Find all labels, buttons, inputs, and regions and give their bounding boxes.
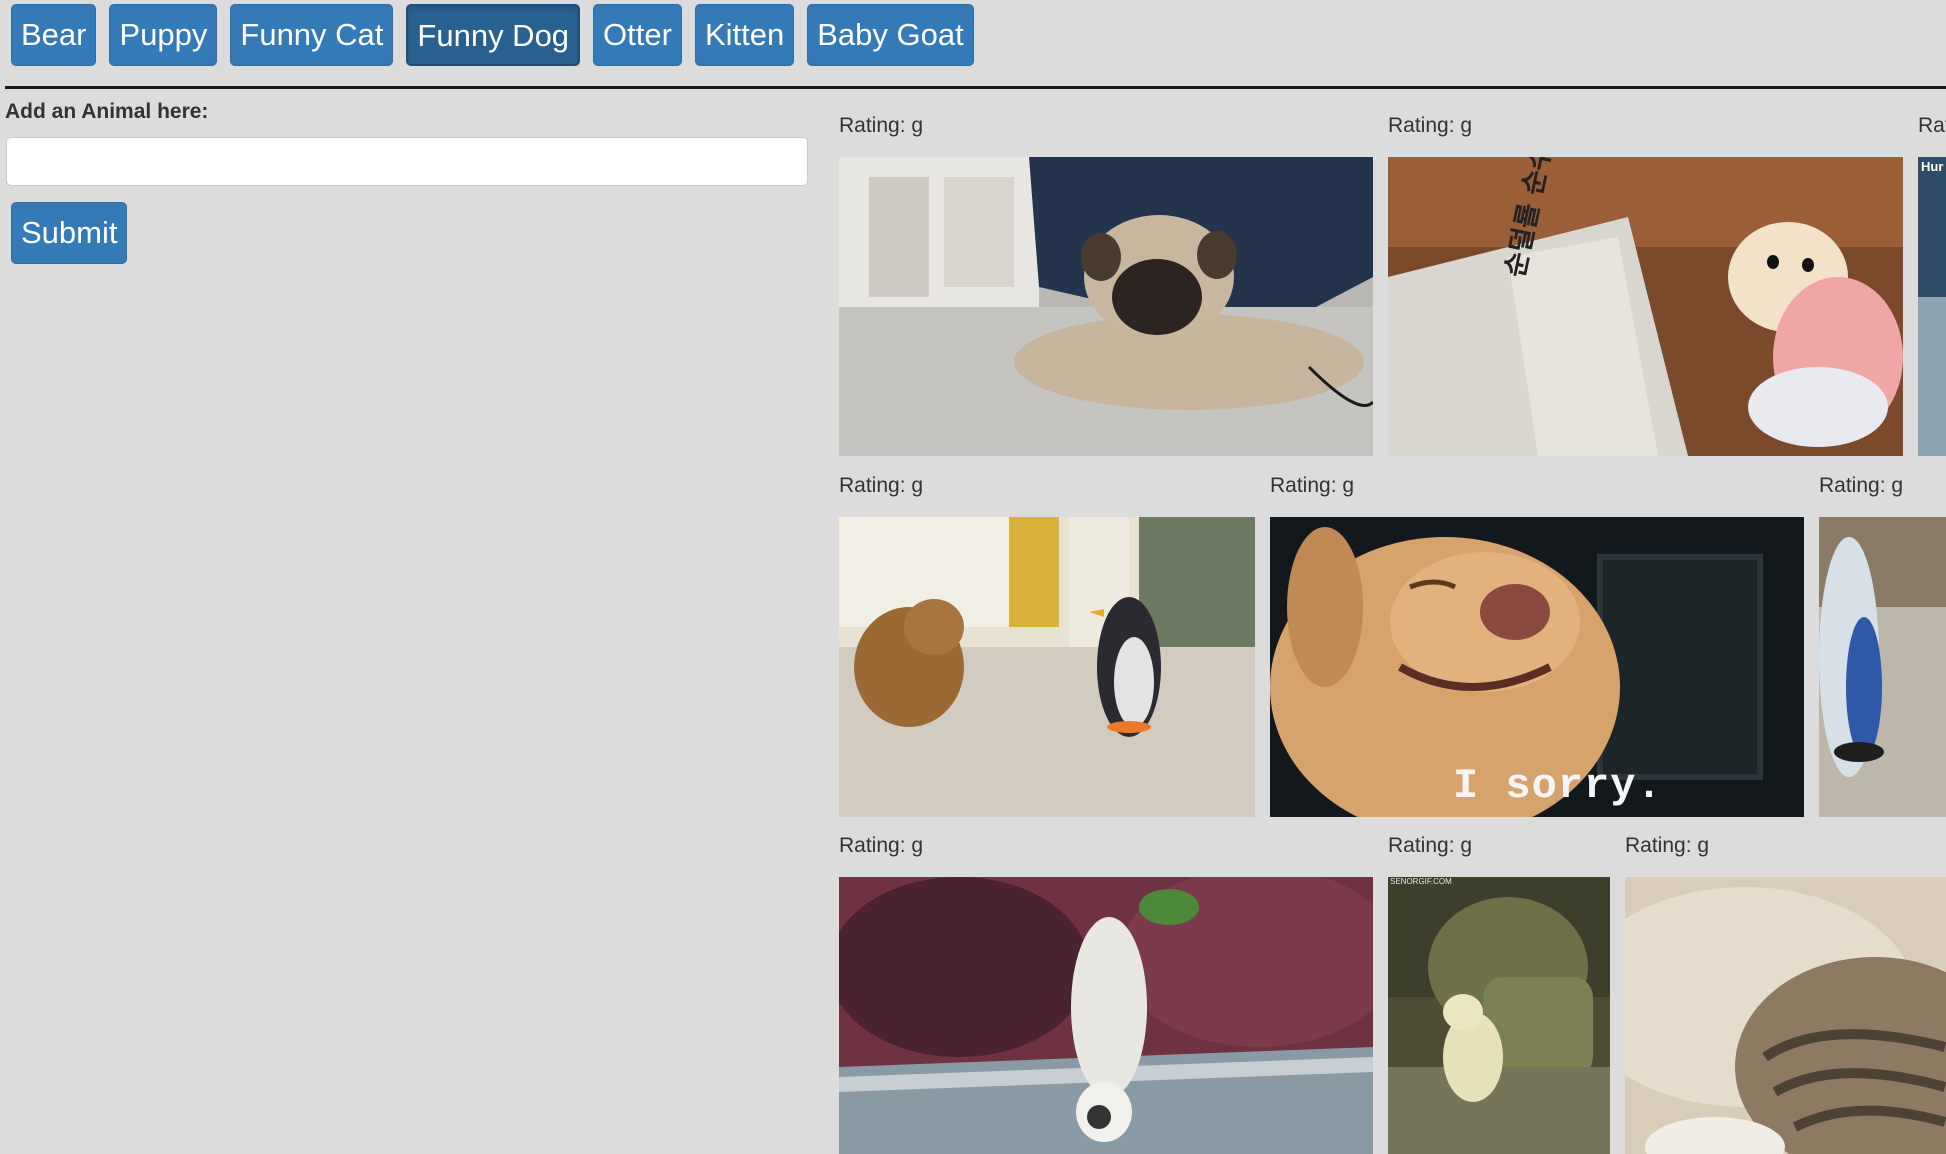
page: Bear Puppy Funny Cat Funny Dog Otter Kit… [0, 0, 1946, 1154]
header-divider [5, 86, 1946, 89]
gif-image-partial[interactable] [1819, 517, 1946, 817]
gif-image-cat[interactable] [1625, 877, 1946, 1154]
gif-image-pug[interactable] [839, 157, 1373, 456]
gif-image-laughing-dog[interactable]: I sorry. [1270, 517, 1804, 817]
gif-card: Rating: g Hur [1918, 106, 1946, 456]
gif-rating: Rating: g [1388, 114, 1473, 137]
gif-rating: Rating: g [839, 474, 924, 497]
puppy-button[interactable]: Puppy [109, 4, 218, 66]
gif-rating: Rating: g [839, 834, 924, 857]
gif-card: Rating: g 순덜룔 순수 [1388, 106, 1903, 456]
otter-button[interactable]: Otter [593, 4, 682, 66]
gif-card: Rating: g [839, 106, 1373, 456]
add-animal-label: Add an Animal here: [5, 100, 209, 123]
gif-rating: Rating: g [1918, 114, 1946, 137]
gif-card: Rating: g SENORGIF.COM [1388, 826, 1610, 1154]
gif-image-partial[interactable]: Hur [1918, 157, 1946, 456]
gif-card: Rating: g [839, 826, 1373, 1154]
gif-card: Rating: g [1819, 466, 1946, 817]
submit-button[interactable]: Submit [11, 202, 128, 264]
gif-rating: Rating: g [1270, 474, 1355, 497]
watermark-text: SENORGIF.COM [1390, 877, 1452, 886]
gif-rating: Rating: g [1625, 834, 1710, 857]
funny-dog-button[interactable]: Funny Dog [406, 4, 581, 66]
gif-rating: Rating: g [1819, 474, 1904, 497]
partial-overlay-text: Hur [1921, 159, 1944, 174]
gif-card: Rating: g I sorry. [1270, 466, 1804, 817]
gif-rating: Rating: g [839, 114, 924, 137]
gif-rating: Rating: g [1388, 834, 1473, 857]
animal-button-bar: Bear Puppy Funny Cat Funny Dog Otter Kit… [11, 4, 974, 66]
gif-image-small-dog[interactable]: SENORGIF.COM [1388, 877, 1610, 1154]
add-animal-input[interactable] [6, 137, 808, 186]
gif-image-chihuahua[interactable]: 순덜룔 순수 [1388, 157, 1903, 456]
gif-card: Rating: g [1625, 826, 1946, 1154]
baby-goat-button[interactable]: Baby Goat [807, 4, 974, 66]
gif-caption-text: I sorry. [1453, 762, 1663, 810]
gif-image-dachshund[interactable] [839, 517, 1255, 817]
gif-image-handstand-dog[interactable] [839, 877, 1373, 1154]
kitten-button[interactable]: Kitten [694, 4, 795, 66]
gif-card: Rating: g [839, 466, 1255, 817]
funny-cat-button[interactable]: Funny Cat [230, 4, 394, 66]
bear-button[interactable]: Bear [11, 4, 97, 66]
